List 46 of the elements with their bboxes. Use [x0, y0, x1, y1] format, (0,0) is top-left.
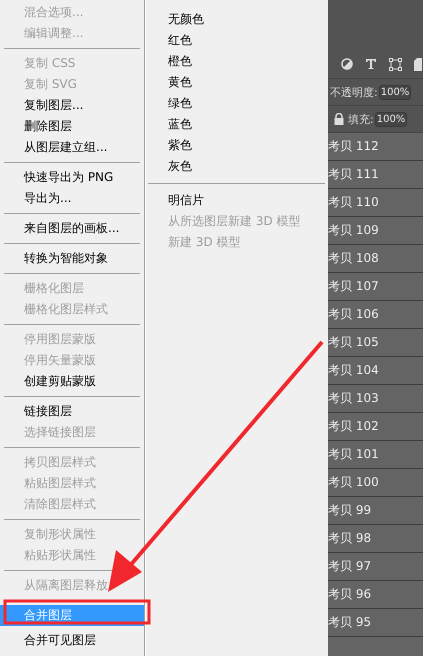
menu-item[interactable]: 无颜色 — [146, 9, 328, 30]
menu-item[interactable]: 来自图层的画板... — [0, 218, 144, 239]
layer-row[interactable]: 考贝 103 — [328, 385, 423, 413]
fill-field[interactable]: 100% — [374, 112, 408, 126]
layer-row[interactable]: 考贝 98 — [328, 525, 423, 553]
layer-row[interactable]: 考贝 102 — [328, 413, 423, 441]
menu-item[interactable]: 链接图层 — [0, 401, 144, 422]
layer-row[interactable]: 考贝 104 — [328, 357, 423, 385]
layer-row[interactable]: 考贝 99 — [328, 497, 423, 525]
menu-item[interactable]: 绿色 — [146, 93, 328, 114]
menu-item[interactable]: 紫色 — [146, 135, 328, 156]
layer-row[interactable]: 考贝 105 — [328, 329, 423, 357]
menu-item[interactable]: 蓝色 — [146, 114, 328, 135]
menu-item[interactable]: 黄色 — [146, 72, 328, 93]
menu-item[interactable]: 合并可见图层 — [0, 630, 144, 651]
menu-item[interactable]: 灰色 — [146, 156, 328, 177]
opacity-field[interactable]: 100% — [378, 84, 412, 100]
layer-row[interactable]: 考贝 111 — [328, 161, 423, 189]
layer-row[interactable]: 考贝 108 — [328, 245, 423, 273]
transform-icon[interactable] — [389, 58, 402, 70]
layer-row[interactable]: 考贝 97 — [328, 553, 423, 581]
adjustment-icon[interactable] — [341, 58, 353, 70]
menu-item[interactable]: 橙色 — [146, 51, 328, 72]
type-icon[interactable] — [365, 58, 377, 70]
layer-row[interactable]: 考贝 109 — [328, 217, 423, 245]
lock-icon[interactable] — [334, 113, 344, 125]
menu-item[interactable]: 复制图层... — [0, 95, 144, 116]
menu-item[interactable]: 从图层建立组... — [0, 137, 144, 158]
fill-label: 填充: — [348, 112, 374, 126]
layer-row[interactable]: 考贝 101 — [328, 441, 423, 469]
document-icon[interactable] — [414, 58, 422, 70]
layer-row[interactable]: 考贝 96 — [328, 581, 423, 609]
layer-row[interactable]: 考贝 95 — [328, 609, 423, 637]
layer-row[interactable]: 考贝 112 — [328, 133, 423, 161]
layer-row[interactable]: 考贝 106 — [328, 301, 423, 329]
layer-row[interactable]: 考贝 107 — [328, 273, 423, 301]
menu-item[interactable]: 转换为智能对象 — [0, 248, 144, 269]
menu-item[interactable]: 导出为... — [0, 188, 144, 209]
layer-row[interactable]: 考贝 110 — [328, 189, 423, 217]
opacity-label: 不透明度: — [330, 84, 378, 100]
menu-item[interactable]: 快速导出为 PNG — [0, 167, 144, 188]
menu-item[interactable]: 红色 — [146, 30, 328, 51]
layer-row[interactable]: 考贝 100 — [328, 469, 423, 497]
menu-item[interactable]: 明信片 — [146, 190, 328, 211]
menu-item[interactable]: 创建剪贴蒙版 — [0, 371, 144, 392]
menu-item[interactable]: 删除图层 — [0, 116, 144, 137]
